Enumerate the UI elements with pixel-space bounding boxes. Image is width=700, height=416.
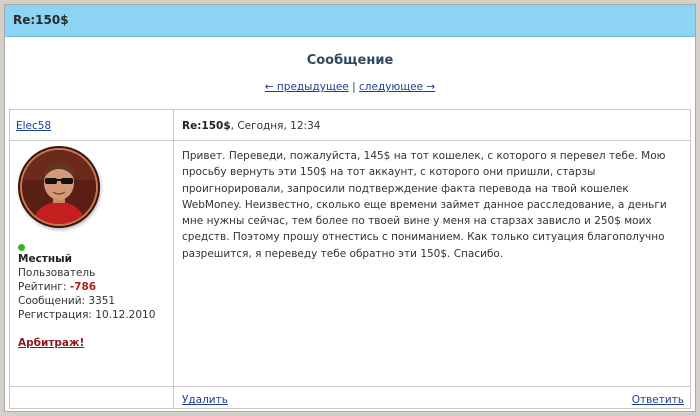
page-heading: Сообщение — [306, 53, 394, 68]
user-group: Пользователь — [18, 267, 96, 279]
window-title: Re:150$ — [13, 13, 69, 27]
user-rank: Местный — [18, 253, 72, 265]
message-nav: ← предыдущее | следующее → — [5, 81, 695, 93]
post-subject: Re:150$ — [182, 120, 231, 132]
nav-separator: | — [352, 81, 356, 93]
reply-link[interactable]: Ответить — [632, 394, 684, 406]
arbitration-link[interactable]: Арбитраж! — [18, 337, 84, 349]
post-date: , Сегодня, 12:34 — [230, 120, 321, 132]
user-registered: Регистрация: 10.12.2010 — [18, 309, 156, 321]
avatar — [22, 150, 96, 224]
header-divider — [10, 140, 690, 141]
rating-label: Рейтинг: — [18, 281, 67, 293]
post-table: Elec58 Re:150$, Сегодня, 12:34 Местный П… — [9, 109, 691, 409]
message-window: Re:150$ Сообщение ← предыдущее | следующ… — [4, 4, 696, 412]
avatar-photo — [22, 150, 96, 224]
prev-link[interactable]: ← предыдущее — [265, 81, 349, 93]
delete-link[interactable]: Удалить — [182, 394, 228, 406]
next-link[interactable]: следующее → — [359, 81, 435, 93]
footer-divider — [10, 386, 690, 387]
online-status-icon — [18, 244, 25, 251]
column-divider — [173, 110, 174, 408]
author-link[interactable]: Elec58 — [16, 120, 51, 132]
rating-value: -786 — [69, 281, 97, 293]
title-bar: Re:150$ — [5, 5, 695, 37]
user-messages: Сообщений: 3351 — [18, 295, 116, 307]
post-body: Привет. Переведи, пожалуйста, 145$ на то… — [182, 150, 667, 260]
user-rating: Рейтинг: -786 — [18, 281, 96, 293]
post-header: Re:150$, Сегодня, 12:34 — [182, 120, 320, 132]
